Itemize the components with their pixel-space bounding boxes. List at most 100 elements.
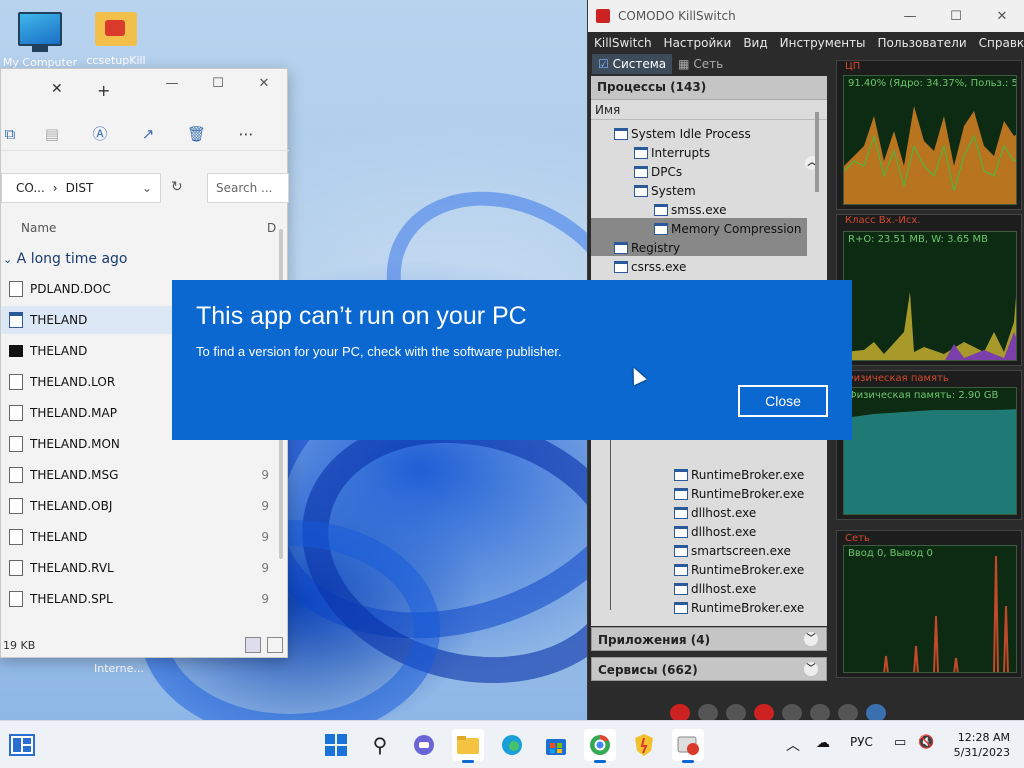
menu-view[interactable]: Вид <box>737 32 773 54</box>
process-row[interactable]: dllhost.exe <box>674 579 756 598</box>
tab-network[interactable]: ▦ Сеть <box>672 54 729 74</box>
file-explorer-button[interactable] <box>452 729 484 763</box>
chrome-button[interactable] <box>584 729 616 763</box>
edge-button[interactable] <box>496 729 528 761</box>
process-icon <box>674 582 688 595</box>
process-row[interactable]: dllhost.exe <box>674 522 756 541</box>
maximize-button[interactable]: ☐ <box>933 2 979 30</box>
clock[interactable]: 12:28 AM 5/31/2023 <box>944 730 1010 760</box>
start-button[interactable] <box>320 729 352 761</box>
process-icon <box>654 222 668 235</box>
process-row[interactable]: RuntimeBroker.exe <box>674 465 804 484</box>
paste-icon[interactable]: ▤ <box>43 125 61 143</box>
tiles-view-icon[interactable] <box>267 637 283 653</box>
dialog-message: To find a version for your PC, check wit… <box>196 344 562 359</box>
close-button[interactable]: ✕ <box>241 69 287 97</box>
network-graph-text: Ввод 0, Вывод 0 <box>848 548 933 559</box>
killswitch-button[interactable] <box>672 729 704 763</box>
group-header[interactable]: ⌄ A long time ago <box>1 251 127 267</box>
menu-killswitch[interactable]: KillSwitch <box>588 32 658 54</box>
comodo-logo-icon <box>596 9 610 23</box>
file-row[interactable]: THELAND 9 <box>1 523 269 551</box>
process-name: Memory Compression <box>671 221 802 236</box>
process-icon <box>674 468 688 481</box>
tab-close-icon[interactable]: ✕ <box>51 81 63 97</box>
tab-system[interactable]: ☑ Система <box>592 54 673 74</box>
processes-header[interactable]: Процессы (143) ︿ <box>591 76 827 170</box>
process-row[interactable]: System <box>634 181 696 200</box>
teams-chat-button[interactable] <box>408 729 440 761</box>
store-button[interactable] <box>540 729 572 761</box>
network-chart <box>883 555 1009 672</box>
details-view-icon[interactable] <box>245 637 261 653</box>
process-row[interactable]: System Idle Process <box>614 124 751 143</box>
maximize-button[interactable]: ☐ <box>195 69 241 97</box>
menu-users[interactable]: Пользователи <box>872 32 973 54</box>
copy-icon[interactable]: ⧉ <box>1 125 19 143</box>
services-section-header[interactable]: Сервисы (662) ﹀ <box>591 657 827 681</box>
share-icon[interactable]: ↗ <box>139 125 157 143</box>
menu-tools[interactable]: Инструменты <box>774 32 872 54</box>
chevron-up-icon[interactable]: ︿ <box>786 735 800 755</box>
more-options-icon[interactable]: ⋯ <box>237 125 255 143</box>
file-name: THELAND <box>30 530 88 544</box>
process-row[interactable]: RuntimeBroker.exe <box>674 484 804 503</box>
io-graph-text: R+O: 23.51 MB, W: 3.65 MB <box>848 234 989 245</box>
process-row[interactable]: smartscreen.exe <box>674 541 791 560</box>
process-row[interactable]: RuntimeBroker.exe <box>674 598 804 617</box>
menu-settings[interactable]: Настройки <box>658 32 738 54</box>
process-icon <box>614 241 628 254</box>
rename-icon[interactable]: Ⓐ <box>91 125 109 143</box>
chevron-down-icon: ⌄ <box>3 253 13 266</box>
process-name: RuntimeBroker.exe <box>691 562 805 577</box>
widgets-button[interactable] <box>6 729 38 761</box>
desktop-icon-label-partial[interactable]: Interne... <box>94 662 144 675</box>
scrollbar[interactable] <box>815 112 819 192</box>
desktop-icon-ccsetup[interactable]: ccsetupKill <box>78 12 154 67</box>
display-icon[interactable]: ▭ <box>894 735 906 750</box>
process-row[interactable]: dllhost.exe <box>674 503 756 522</box>
breadcrumb-parent[interactable]: CO... <box>16 181 45 195</box>
killswitch-toolbar <box>670 704 886 722</box>
delete-icon[interactable]: 🗑 <box>187 125 206 143</box>
address-bar[interactable]: CO... › DIST ⌄ <box>1 173 161 203</box>
file-row[interactable]: THELAND.RVL 9 <box>1 554 269 582</box>
minimize-button[interactable]: — <box>887 2 933 30</box>
store-icon <box>546 739 566 755</box>
menu-help[interactable]: Справка <box>973 32 1024 54</box>
process-row[interactable]: DPCs <box>634 162 682 181</box>
pinned-app-button[interactable] <box>628 729 660 761</box>
process-icon <box>674 506 688 519</box>
process-row[interactable]: smss.exe <box>654 200 727 219</box>
applications-section-header[interactable]: Приложения (4) ﹀ <box>591 627 827 651</box>
process-name: RuntimeBroker.exe <box>691 486 805 501</box>
new-tab-icon[interactable]: + <box>97 81 110 100</box>
minimize-button[interactable]: — <box>149 69 195 97</box>
title-bar: COMODO KillSwitch — ☐ ✕ <box>588 0 1024 32</box>
process-icon <box>654 203 668 216</box>
file-row[interactable]: THELAND.OBJ 9 <box>1 492 269 520</box>
process-row[interactable]: RuntimeBroker.exe <box>674 560 804 579</box>
close-button[interactable]: ✕ <box>979 2 1024 30</box>
search-input[interactable]: Search ... <box>207 173 289 203</box>
close-button[interactable]: Close <box>738 385 828 417</box>
network-status-icon[interactable]: ☁ <box>816 735 830 751</box>
volume-muted-icon[interactable]: 🔇 <box>918 735 934 750</box>
process-row[interactable]: Registry <box>614 238 680 257</box>
file-row[interactable]: THELAND.MSG 9 <box>1 461 269 489</box>
search-button[interactable]: ⚲ <box>364 729 396 761</box>
desktop-icon-my-computer[interactable]: My Computer <box>2 12 78 69</box>
breadcrumb-current[interactable]: DIST <box>66 181 94 195</box>
process-row[interactable]: csrss.exe <box>614 257 686 276</box>
refresh-icon[interactable]: ↻ <box>171 179 183 195</box>
process-row[interactable]: Interrupts <box>634 143 710 162</box>
column-date-header[interactable]: D <box>267 221 276 235</box>
column-name-header[interactable]: Имя <box>591 100 827 120</box>
network-graph-label: Сеть <box>845 533 870 544</box>
clock-time: 12:28 AM <box>957 731 1010 744</box>
language-indicator[interactable]: РУС <box>850 735 873 749</box>
process-row[interactable]: Memory Compression <box>654 219 801 238</box>
chevron-down-icon[interactable]: ⌄ <box>142 181 152 195</box>
file-row[interactable]: THELAND.SPL 9 <box>1 585 269 613</box>
column-name-header[interactable]: Name <box>21 221 56 235</box>
